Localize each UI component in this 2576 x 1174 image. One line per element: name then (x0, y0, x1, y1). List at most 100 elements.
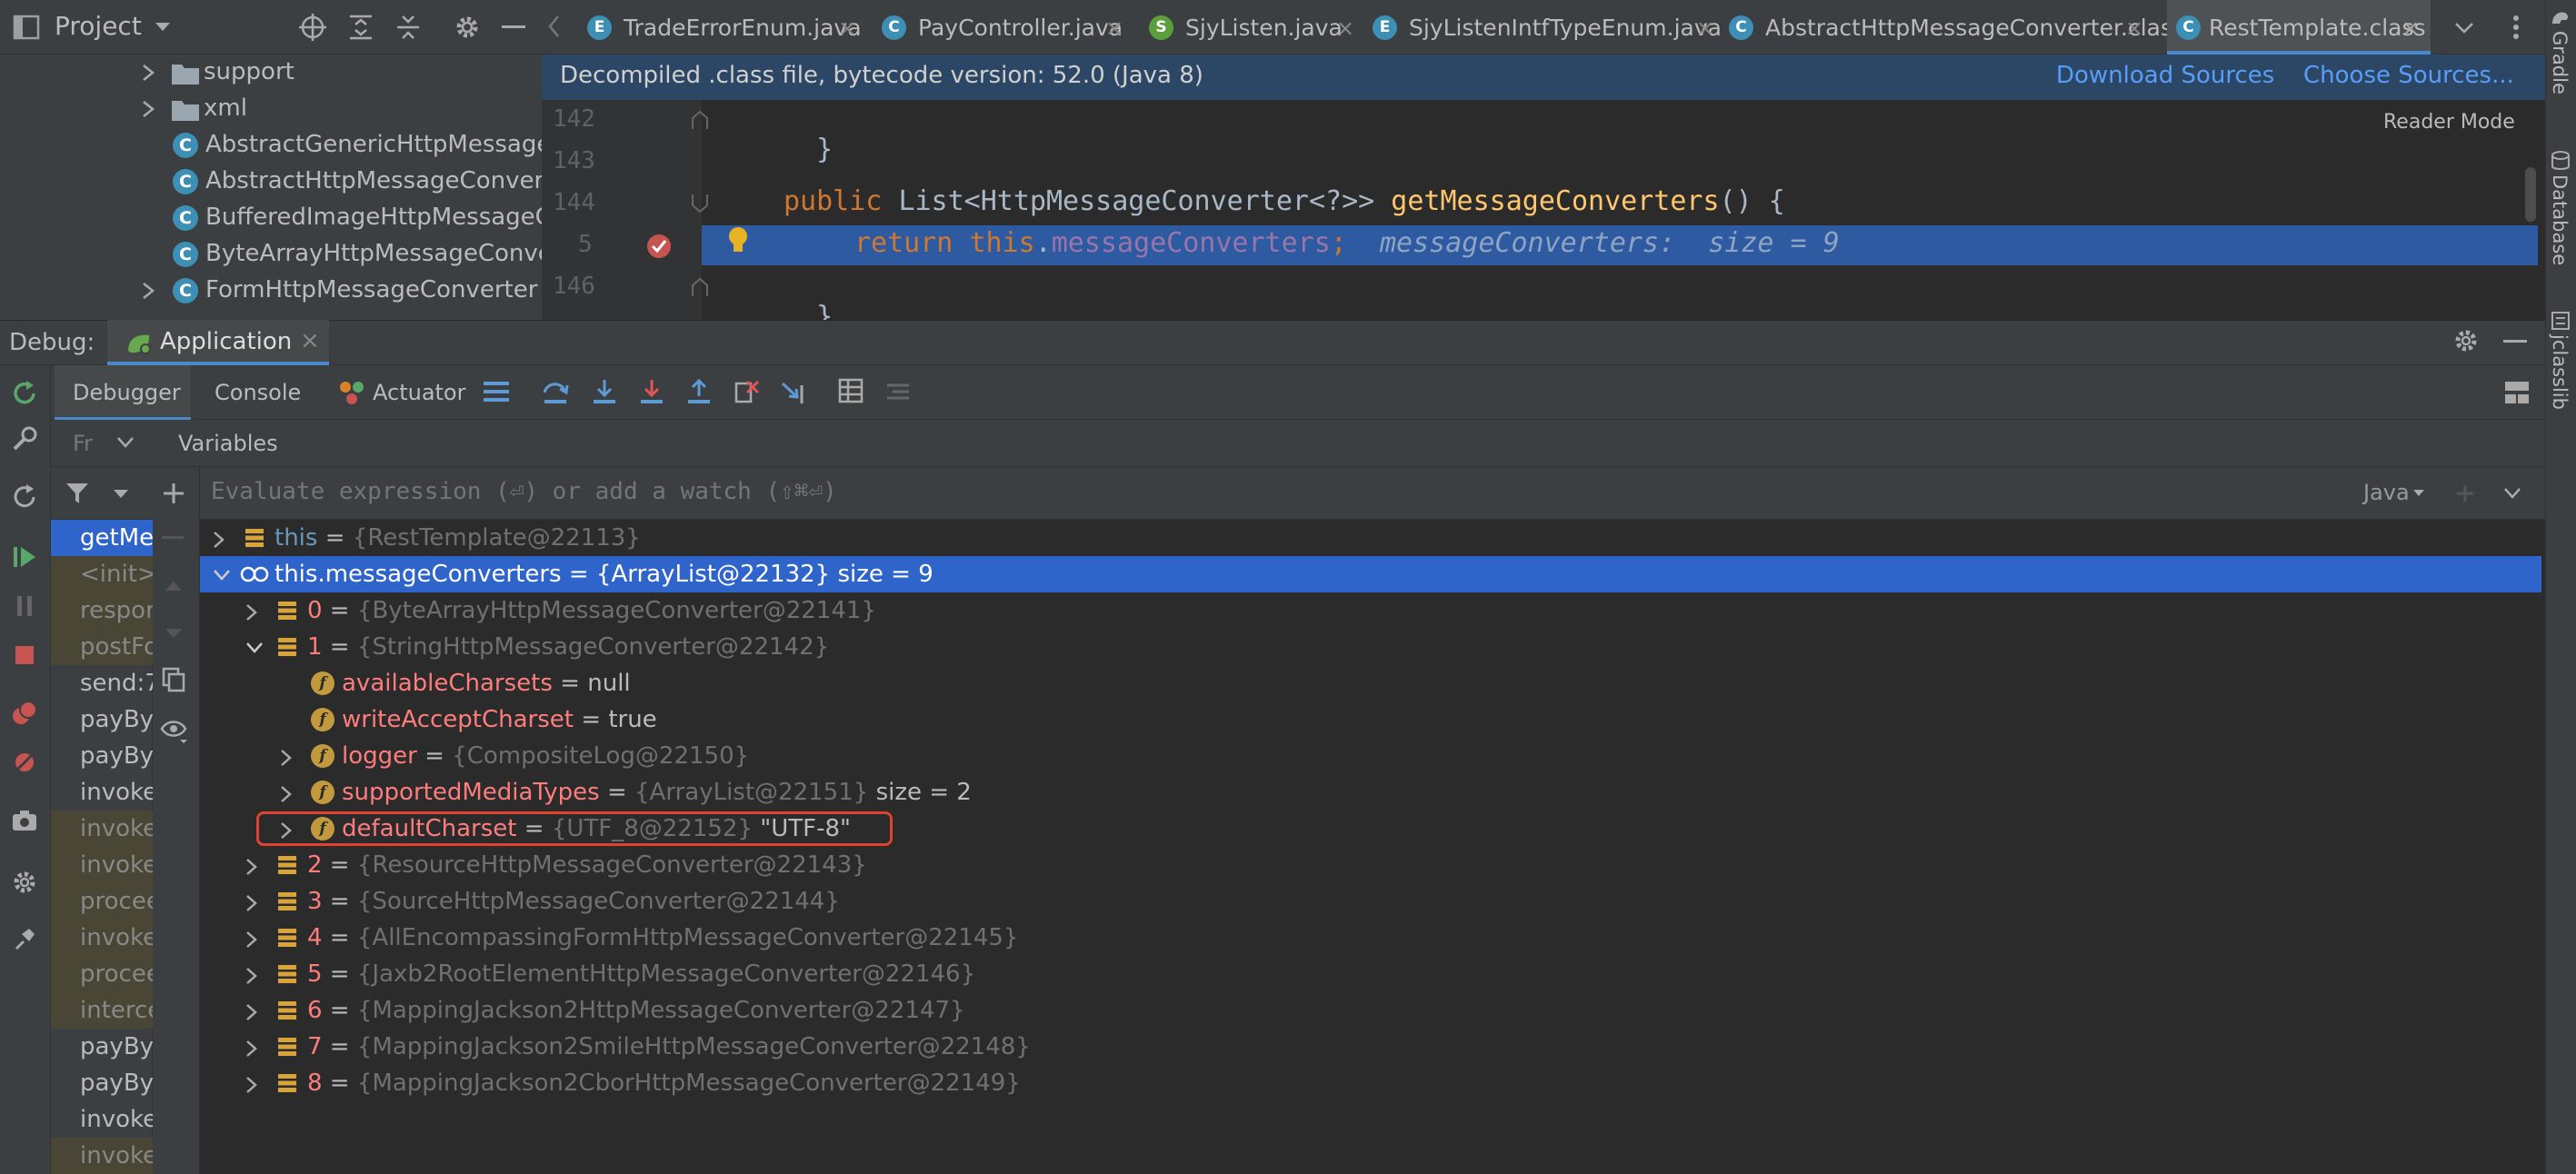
run-to-cursor-icon[interactable] (780, 378, 807, 405)
remove-watch-icon[interactable] (162, 536, 185, 542)
variable-row[interactable]: f supportedMediaTypes = {ArrayList@22151}… (200, 774, 2541, 811)
chevron-down-icon[interactable] (245, 642, 264, 654)
database-tool-label[interactable]: Database (2549, 174, 2571, 265)
step-into-icon[interactable] (591, 378, 618, 405)
frame-item[interactable]: send:7 (51, 665, 153, 701)
variable-row[interactable]: 1 = {StringHttpMessageConverter@22142} (200, 629, 2541, 665)
tab-sjy-listen-intf-type-enum[interactable]: E SjyListenIntfTypeEnum.java × (1373, 0, 1727, 55)
project-view-icon[interactable] (13, 15, 40, 40)
close-icon[interactable]: × (2401, 15, 2420, 41)
jclasslib-icon[interactable] (2551, 311, 2571, 331)
chevron-right-icon[interactable] (280, 749, 293, 767)
variable-row[interactable]: 3 = {SourceHttpMessageConverter@22144} (200, 883, 2541, 920)
chevron-down-icon[interactable] (2454, 22, 2474, 35)
collapse-all-icon[interactable] (394, 13, 422, 42)
close-icon[interactable]: × (2125, 15, 2143, 41)
database-icon[interactable] (2551, 151, 2571, 171)
threads-menu-icon[interactable] (484, 380, 511, 403)
variable-row[interactable]: this = {RestTemplate@22113} (200, 520, 2541, 556)
frame-item[interactable]: procee (51, 883, 153, 920)
drop-frame-icon[interactable] (733, 378, 760, 405)
editor-scrollbar[interactable] (2525, 167, 2536, 222)
chevron-right-icon[interactable] (245, 1003, 258, 1021)
pause-icon[interactable] (11, 592, 38, 620)
frame-item[interactable]: procee (51, 956, 153, 992)
chevron-right-icon[interactable] (245, 967, 258, 985)
chevron-right-icon[interactable] (280, 785, 293, 803)
chevron-down-icon[interactable] (155, 22, 171, 33)
chevron-right-icon[interactable] (245, 603, 258, 622)
add-watch-icon[interactable] (162, 482, 185, 505)
move-down-icon[interactable] (164, 627, 184, 640)
gradle-tool-label[interactable]: Gradle (2549, 31, 2571, 95)
frame-item[interactable]: payBy( (51, 1065, 153, 1101)
variable-row[interactable]: f writeAcceptCharset = true (200, 701, 2541, 738)
frame-item[interactable]: <init> (51, 556, 153, 592)
variable-row[interactable]: 0 = {ByteArrayHttpMessageConverter@22141… (200, 592, 2541, 629)
fold-marker-icon[interactable] (691, 109, 709, 131)
step-out-icon[interactable] (685, 378, 713, 405)
frame-item[interactable]: postFo (51, 629, 153, 665)
trace-icon[interactable] (885, 380, 911, 403)
tab-pay-controller[interactable]: C PayController.java × (882, 0, 1136, 55)
close-icon[interactable]: × (1336, 15, 1354, 41)
chevron-down-icon[interactable] (2412, 489, 2425, 498)
more-icon[interactable] (2512, 15, 2520, 40)
frame-item[interactable]: invoke (51, 920, 153, 956)
variable-row[interactable]: 8 = {MappingJackson2CborHttpMessageConve… (200, 1065, 2541, 1101)
reader-mode-button[interactable]: Reader Mode (2383, 111, 2515, 134)
variable-row[interactable]: 4 = {AllEncompassingFormHttpMessageConve… (200, 920, 2541, 956)
add-to-watches-icon[interactable] (2454, 482, 2480, 507)
tab-abstract-http-message-converter[interactable]: C AbstractHttpMessageConverter.class × (1729, 0, 2184, 55)
gear-icon[interactable] (2452, 327, 2480, 354)
close-icon[interactable]: × (1105, 15, 1123, 41)
pin-icon[interactable] (11, 925, 38, 952)
close-icon[interactable]: × (838, 15, 856, 41)
gear-icon[interactable] (453, 13, 482, 42)
variable-row[interactable]: f logger = {CompositeLog@22150} (200, 738, 2541, 774)
frame-item[interactable]: invoke (51, 1101, 153, 1138)
choose-sources-link[interactable]: Choose Sources... (2303, 62, 2514, 89)
download-sources-link[interactable]: Download Sources (2056, 62, 2274, 89)
frame-item[interactable]: getMe (51, 520, 153, 556)
close-icon[interactable]: × (1696, 15, 1714, 41)
chevron-right-icon[interactable] (245, 930, 258, 949)
layout-icon[interactable] (2503, 380, 2531, 405)
minimize-icon[interactable] (2503, 340, 2527, 343)
fold-marker-icon[interactable] (691, 193, 709, 214)
chevron-down-icon[interactable] (2503, 487, 2521, 500)
locate-icon[interactable] (298, 13, 327, 42)
step-over-icon[interactable] (542, 378, 569, 405)
language-selector[interactable]: Java (2363, 480, 2410, 505)
tree-item-class[interactable]: C AbstractGenericHttpMessageConverter (173, 127, 542, 164)
move-up-icon[interactable] (164, 580, 184, 592)
wrench-icon[interactable] (11, 425, 38, 453)
variable-row[interactable]: 5 = {Jaxb2RootElementHttpMessageConverte… (200, 956, 2541, 992)
resume-icon[interactable] (11, 543, 38, 571)
view-breakpoints-icon[interactable] (11, 700, 38, 727)
tab-console[interactable]: Console (215, 380, 301, 405)
tree-item-class[interactable]: C AbstractHttpMessageConverter (173, 164, 542, 200)
variable-row[interactable]: 6 = {MappingJackson2HttpMessageConverter… (200, 992, 2541, 1029)
frame-item[interactable]: invoke (51, 1138, 153, 1174)
frame-item[interactable]: invoke (51, 847, 153, 883)
chevron-down-icon[interactable] (116, 436, 135, 449)
variable-row[interactable]: 7 = {MappingJackson2SmileHttpMessageConv… (200, 1029, 2541, 1065)
chevron-right-icon[interactable] (245, 894, 258, 912)
frame-item[interactable]: interce (51, 992, 153, 1029)
chevron-right-icon[interactable] (245, 1040, 258, 1058)
tab-sjy-listen[interactable]: S SjyListen.java × (1149, 0, 1367, 55)
filter-icon[interactable] (65, 482, 89, 505)
frame-item[interactable]: respor (51, 592, 153, 629)
frame-item[interactable]: invoke (51, 774, 153, 811)
frame-item[interactable]: payBy( (51, 701, 153, 738)
stop-icon[interactable] (11, 642, 38, 669)
minimize-icon[interactable] (502, 25, 525, 29)
force-step-into-icon[interactable] (638, 378, 665, 405)
chevron-down-icon[interactable] (213, 569, 231, 582)
eye-icon[interactable] (160, 718, 189, 745)
tree-item-class[interactable]: C ByteArrayHttpMessageConverter (173, 236, 542, 273)
jclasslib-tool-label[interactable]: jclasslib (2549, 334, 2571, 410)
frame-item[interactable]: payBy( (51, 1029, 153, 1065)
mute-breakpoints-icon[interactable] (11, 749, 38, 776)
